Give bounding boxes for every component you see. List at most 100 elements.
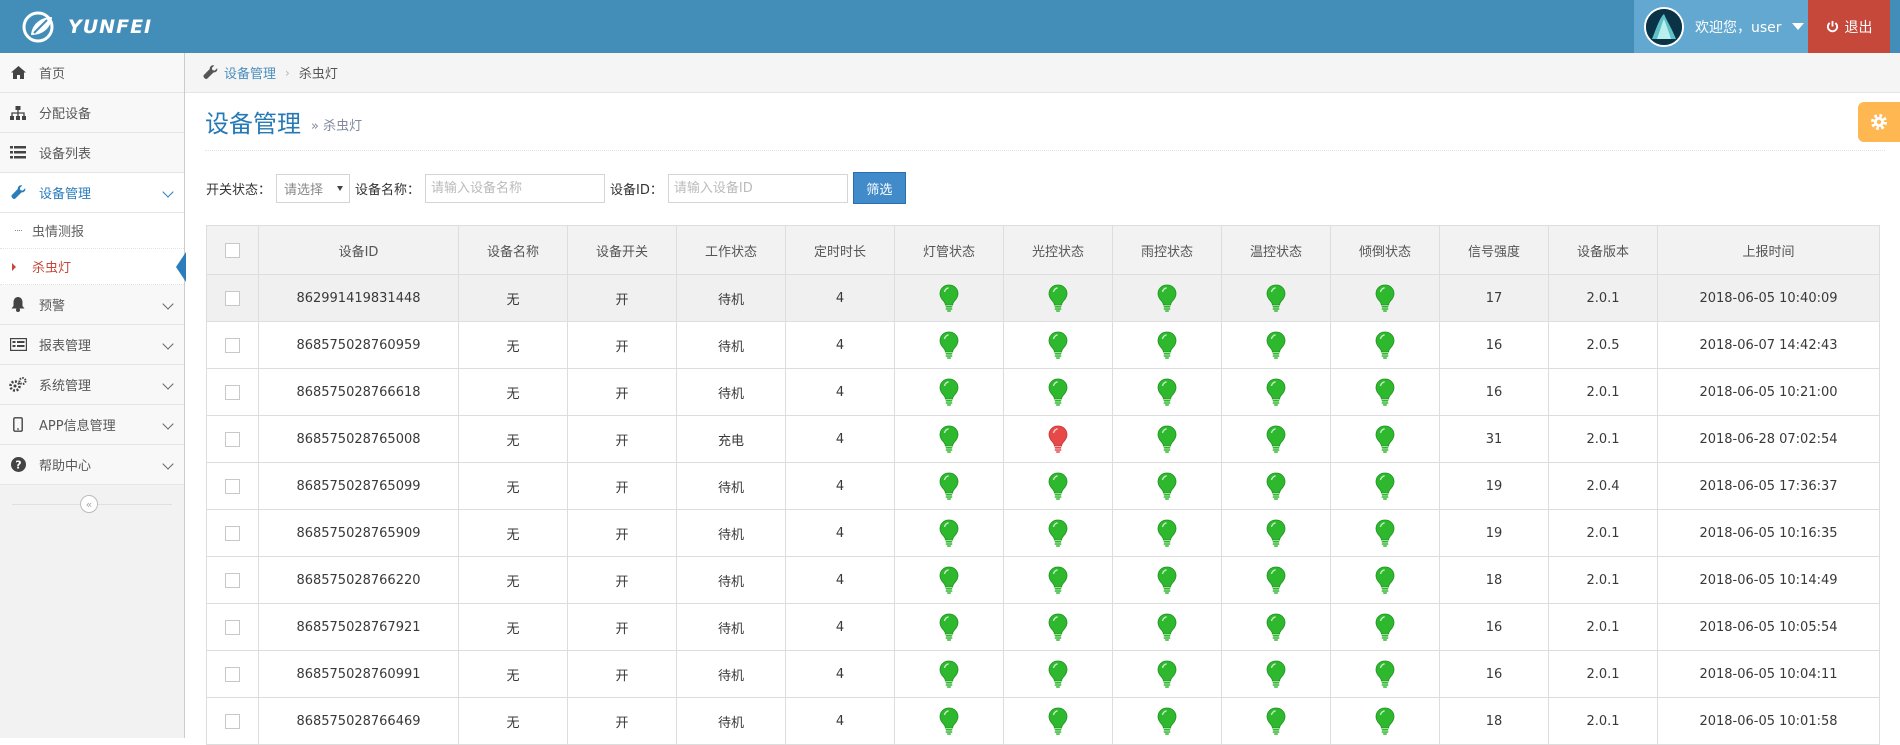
table-row[interactable]: 868575028760991 无开待机 4 16 2.0.1 2018-06-05 10…	[206, 650, 1880, 698]
sidebar-item-alerts[interactable]: 预警	[0, 285, 184, 325]
sidebar-subitem-label: 杀虫灯	[32, 261, 72, 276]
row-checkbox[interactable]	[225, 384, 240, 400]
bulb-green-icon	[1157, 378, 1177, 406]
row-checkbox[interactable]	[225, 713, 240, 729]
power-icon	[1826, 20, 1838, 33]
cell-timer-duration: 4	[785, 556, 895, 604]
table-row[interactable]: 868575028766469 无开待机 4 18 2.0.1 2018-06-05 10…	[206, 697, 1880, 745]
cell-timer-duration: 4	[785, 509, 895, 557]
cell-device-switch: 开	[567, 368, 677, 416]
cell-device-name: 无	[458, 274, 568, 322]
table-body: 862991419831448 无开待机 4 17 2.0.1 2018-06-05 10…	[206, 274, 1880, 745]
column-header[interactable]: 设备开关	[567, 225, 677, 275]
table-row[interactable]: 868575028767921 无开待机 4 16 2.0.1 2018-06-05 10…	[206, 603, 1880, 651]
table-row[interactable]: 862991419831448 无开待机 4 17 2.0.1 2018-06-05 10…	[206, 274, 1880, 322]
cell-report-time: 2018-06-05 10:14:49	[1657, 556, 1880, 604]
row-checkbox[interactable]	[225, 525, 240, 541]
table-row[interactable]: 868575028766618 无开待机 4 16 2.0.1 2018-06-05 10…	[206, 368, 1880, 416]
cell-signal-strength: 18	[1439, 556, 1549, 604]
column-header[interactable]: 灯管状态	[894, 225, 1004, 275]
double-chevron-left-icon[interactable]: «	[80, 495, 98, 513]
cell-device-version: 2.0.1	[1548, 274, 1658, 322]
column-header[interactable]: 设备版本	[1548, 225, 1658, 275]
bulb-green-icon	[1375, 425, 1395, 453]
sidebar-item-app-info[interactable]: APP信息管理	[0, 405, 184, 445]
bulb-green-icon	[1157, 425, 1177, 453]
cell-device-name: 无	[458, 603, 568, 651]
column-header[interactable]: 信号强度	[1439, 225, 1549, 275]
chevron-down-icon	[162, 298, 174, 310]
row-checkbox[interactable]	[225, 431, 240, 447]
bulb-green-icon	[1375, 660, 1395, 688]
column-header[interactable]: 倾倒状态	[1330, 225, 1440, 275]
logout-button[interactable]: 退出	[1808, 0, 1890, 53]
sidebar-subitem-insecticidal-lamp[interactable]: 杀虫灯	[0, 249, 186, 285]
brand-logo[interactable]: YUNFEI	[22, 9, 152, 45]
row-checkbox[interactable]	[225, 337, 240, 353]
bulb-green-icon	[1048, 472, 1068, 500]
table-row[interactable]: 868575028765008 无开充电 4 31 2.0.1 2018-06-28 07…	[206, 415, 1880, 463]
row-checkbox[interactable]	[225, 478, 240, 494]
breadcrumb-parent-link[interactable]: 设备管理	[224, 63, 276, 82]
table-row[interactable]: 868575028766220 无开待机 4 18 2.0.1 2018-06-05 10…	[206, 556, 1880, 604]
cell-device-name: 无	[458, 509, 568, 557]
wrench-icon	[203, 65, 218, 80]
cell-work-status: 待机	[676, 603, 786, 651]
cell-rain-control-status	[1112, 509, 1222, 557]
device-name-input[interactable]	[425, 173, 606, 203]
cell-device-id: 868575028766469	[258, 697, 459, 745]
switch-status-select[interactable]: 请选择	[276, 173, 351, 203]
bell-icon	[9, 296, 27, 314]
device-id-input[interactable]	[667, 173, 848, 203]
row-checkbox[interactable]	[225, 666, 240, 682]
column-header[interactable]: 上报时间	[1657, 225, 1880, 275]
sidebar-item-assign-device[interactable]: 分配设备	[0, 93, 184, 133]
sidebar-item-reports[interactable]: 报表管理	[0, 325, 184, 365]
column-header[interactable]: 光控状态	[1003, 225, 1113, 275]
column-header[interactable]: 温控状态	[1221, 225, 1331, 275]
cell-rain-control-status	[1112, 274, 1222, 322]
sidebar-item-home[interactable]: 首页	[0, 53, 184, 93]
cell-device-version: 2.0.1	[1548, 603, 1658, 651]
cell-temp-control-status	[1221, 603, 1331, 651]
table-row[interactable]: 868575028760959 无开待机 4 16 2.0.5 2018-06-07 14…	[206, 321, 1880, 369]
cell-timer-duration: 4	[785, 650, 895, 698]
bulb-green-icon	[1375, 519, 1395, 547]
cell-device-name: 无	[458, 415, 568, 463]
column-header[interactable]: 雨控状态	[1112, 225, 1222, 275]
cell-tilt-status	[1330, 462, 1440, 510]
sidebar-item-device-list[interactable]: 设备列表	[0, 133, 184, 173]
sidebar-subitem-pest-monitoring[interactable]: 虫情测报	[0, 213, 184, 249]
column-header[interactable]: 工作状态	[676, 225, 786, 275]
cell-tilt-status	[1330, 697, 1440, 745]
column-header[interactable]: 设备ID	[258, 225, 459, 275]
cell-temp-control-status	[1221, 650, 1331, 698]
cell-device-name: 无	[458, 697, 568, 745]
cell-tilt-status	[1330, 415, 1440, 463]
active-marker-icon	[12, 263, 16, 271]
sidebar-item-system-management[interactable]: 系统管理	[0, 365, 184, 405]
bulb-green-icon	[939, 660, 959, 688]
sidebar-item-label: 帮助中心	[39, 459, 92, 474]
cell-signal-strength: 16	[1439, 368, 1549, 416]
bulb-green-icon	[939, 566, 959, 594]
column-header[interactable]: 设备名称	[458, 225, 568, 275]
column-header[interactable]: 定时时长	[785, 225, 895, 275]
cell-device-version: 2.0.1	[1548, 509, 1658, 557]
row-checkbox[interactable]	[225, 619, 240, 635]
filter-button[interactable]: 筛选	[852, 172, 906, 204]
bulb-green-icon	[1266, 425, 1286, 453]
table-row[interactable]: 868575028765909 无开待机 4 19 2.0.1 2018-06-05 10…	[206, 509, 1880, 557]
sidebar-item-device-management[interactable]: 设备管理	[0, 173, 184, 213]
row-checkbox[interactable]	[225, 572, 240, 588]
table-row[interactable]: 868575028765099 无开待机 4 19 2.0.4 2018-06-05 17…	[206, 462, 1880, 510]
row-select-cell	[206, 603, 259, 651]
sidebar-item-help-center[interactable]: ? 帮助中心	[0, 445, 184, 485]
cell-temp-control-status	[1221, 556, 1331, 604]
cell-light-control-status	[1003, 650, 1113, 698]
row-checkbox[interactable]	[225, 290, 240, 306]
svg-text:?: ?	[15, 459, 21, 472]
bulb-green-icon	[939, 331, 959, 359]
user-menu[interactable]: 欢迎您，user	[1634, 0, 1808, 53]
select-all-checkbox[interactable]	[225, 242, 240, 258]
